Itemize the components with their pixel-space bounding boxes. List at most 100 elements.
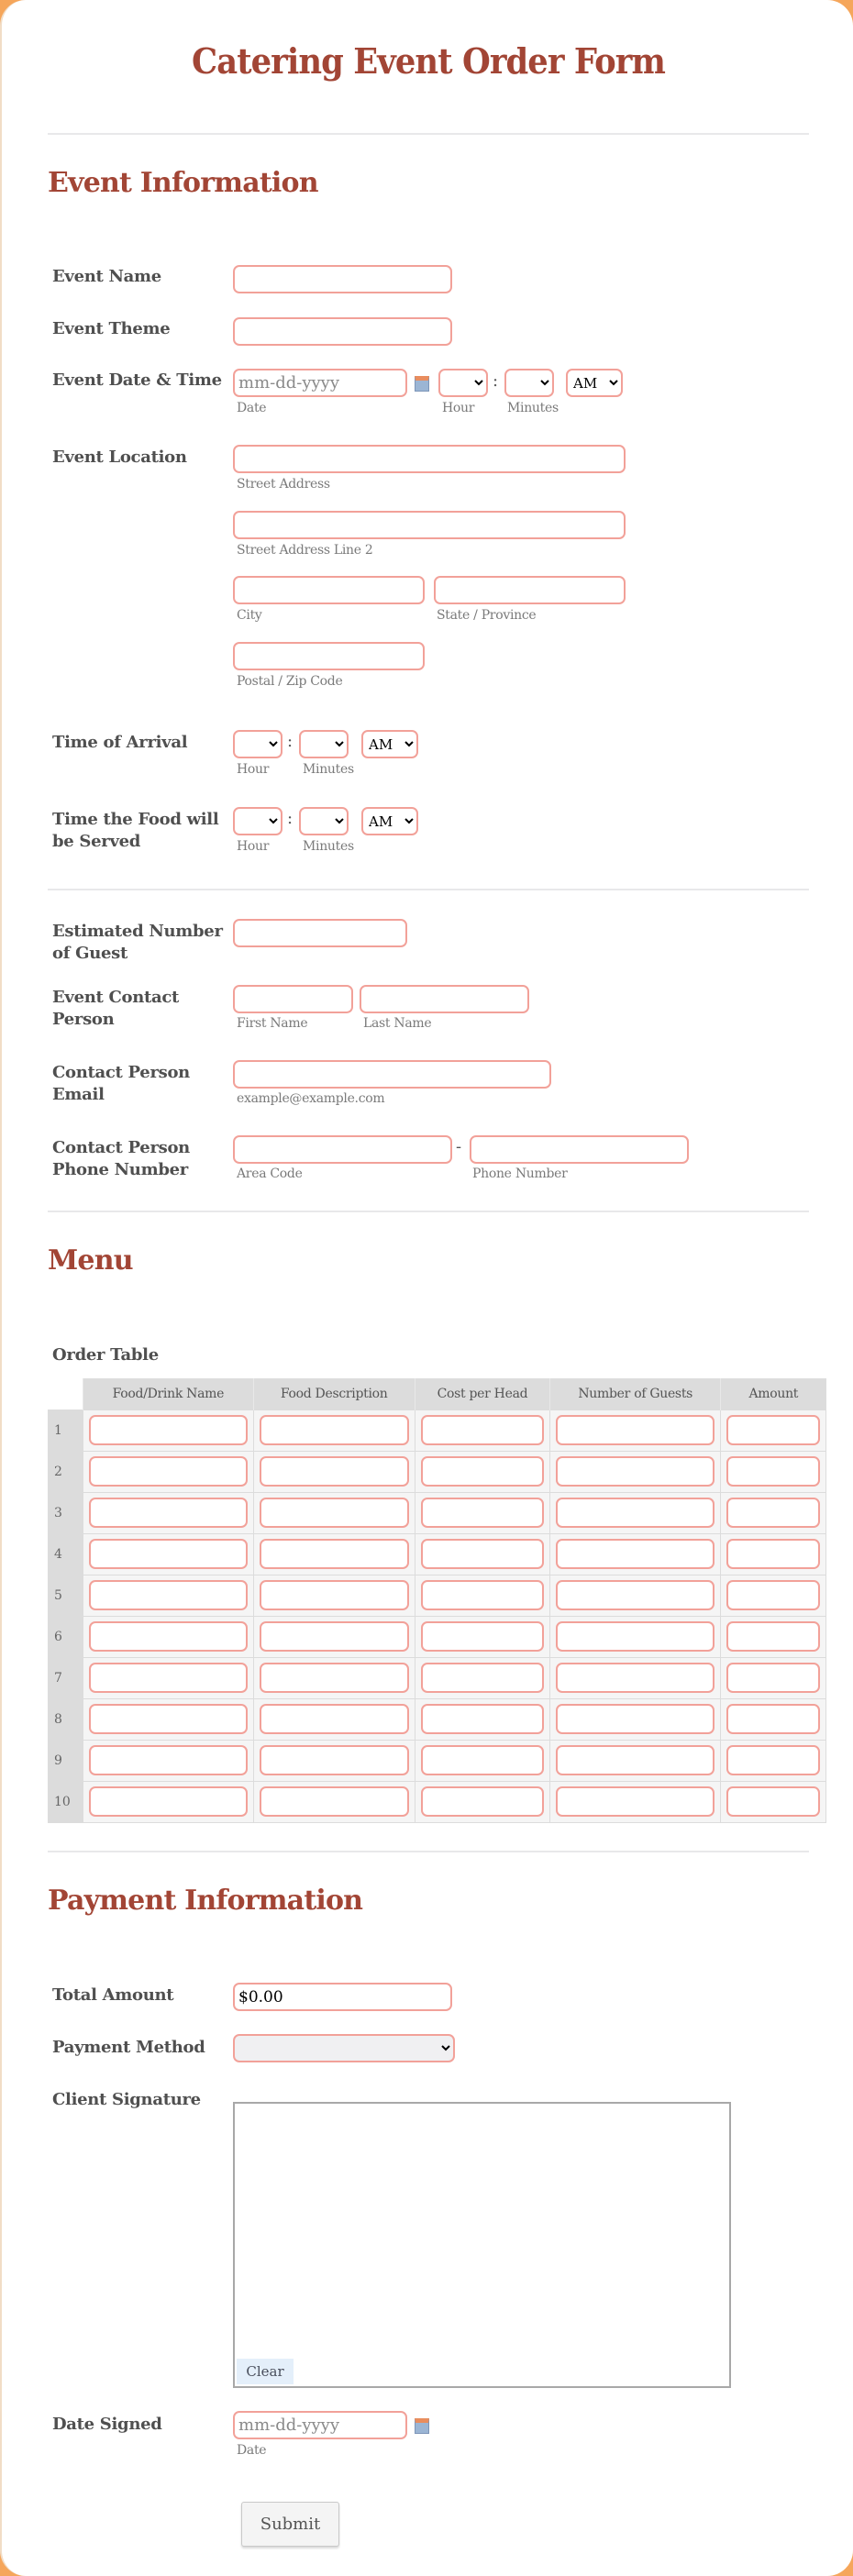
calendar-icon[interactable]	[415, 2418, 429, 2434]
order-cell-input[interactable]	[726, 1498, 820, 1528]
date-signed-sublabel: Date	[237, 2443, 267, 2458]
order-cell-input[interactable]	[726, 1456, 820, 1487]
calendar-icon[interactable]	[415, 376, 429, 392]
guests-label: Estimated Number of Guest	[52, 922, 223, 963]
served-minutes-select[interactable]	[299, 807, 349, 835]
date-signed-input[interactable]	[233, 2411, 407, 2439]
order-cell-input[interactable]	[88, 1621, 248, 1652]
arrival-minutes-sublabel: Minutes	[303, 762, 354, 777]
served-ampm-select[interactable]: AM	[361, 807, 418, 835]
order-cell-input[interactable]	[556, 1415, 715, 1445]
order-cell-input[interactable]	[259, 1704, 409, 1734]
order-cell-input[interactable]	[88, 1580, 248, 1610]
table-cell	[549, 1615, 722, 1658]
table-cell	[414, 1615, 551, 1658]
order-cell-input[interactable]	[259, 1580, 409, 1610]
order-cell-input[interactable]	[556, 1663, 715, 1693]
total-amount-input[interactable]	[233, 1983, 452, 2011]
order-cell-input[interactable]	[259, 1745, 409, 1775]
order-cell-input[interactable]	[420, 1663, 545, 1693]
order-cell-input[interactable]	[259, 1415, 409, 1445]
order-cell-input[interactable]	[556, 1786, 715, 1817]
order-cell-input[interactable]	[259, 1498, 409, 1528]
state-sublabel: State / Province	[437, 608, 537, 623]
table-cell	[82, 1615, 254, 1658]
order-cell-input[interactable]	[556, 1456, 715, 1487]
time-separator: :	[287, 732, 294, 751]
order-cell-input[interactable]	[420, 1745, 545, 1775]
submit-button[interactable]: Submit	[241, 2502, 339, 2547]
guests-input[interactable]	[233, 919, 407, 947]
order-cell-input[interactable]	[556, 1580, 715, 1610]
order-cell-input[interactable]	[88, 1663, 248, 1693]
table-cell	[414, 1532, 551, 1575]
order-cell-input[interactable]	[420, 1580, 545, 1610]
arrival-ampm-select[interactable]: AM	[361, 730, 418, 758]
order-cell-input[interactable]	[420, 1704, 545, 1734]
city-input[interactable]	[233, 576, 425, 604]
table-row: 2	[48, 1450, 826, 1493]
payment-method-select[interactable]	[233, 2034, 455, 2062]
order-cell-input[interactable]	[88, 1415, 248, 1445]
order-cell-input[interactable]	[259, 1539, 409, 1569]
first-name-input[interactable]	[233, 985, 353, 1013]
hour-sublabel: Hour	[442, 401, 475, 415]
phone-number-input[interactable]	[470, 1135, 689, 1164]
order-cell-input[interactable]	[420, 1456, 545, 1487]
order-cell-input[interactable]	[556, 1621, 715, 1652]
street-address-line2-input[interactable]	[233, 511, 626, 539]
event-date-input[interactable]	[233, 369, 407, 397]
order-cell-input[interactable]	[259, 1786, 409, 1817]
order-cell-input[interactable]	[556, 1704, 715, 1734]
served-hour-select[interactable]	[233, 807, 282, 835]
order-cell-input[interactable]	[726, 1786, 820, 1817]
order-cell-input[interactable]	[88, 1704, 248, 1734]
clear-signature-button[interactable]: Clear	[237, 2359, 294, 2384]
order-cell-input[interactable]	[420, 1415, 545, 1445]
order-cell-input[interactable]	[726, 1745, 820, 1775]
order-cell-input[interactable]	[726, 1415, 820, 1445]
order-cell-input[interactable]	[726, 1621, 820, 1652]
order-cell-input[interactable]	[726, 1704, 820, 1734]
event-minutes-select[interactable]	[504, 369, 554, 397]
section-heading-menu: Menu	[48, 1244, 134, 1277]
order-cell-input[interactable]	[420, 1539, 545, 1569]
order-cell-input[interactable]	[726, 1580, 820, 1610]
order-cell-input[interactable]	[556, 1498, 715, 1528]
order-cell-input[interactable]	[420, 1498, 545, 1528]
phone-number-sublabel: Phone Number	[472, 1166, 568, 1181]
order-cell-input[interactable]	[420, 1786, 545, 1817]
order-cell-input[interactable]	[556, 1539, 715, 1569]
event-name-input[interactable]	[233, 265, 452, 293]
street-address-input[interactable]	[233, 445, 626, 473]
arrival-hour-select[interactable]	[233, 730, 282, 758]
order-cell-input[interactable]	[88, 1539, 248, 1569]
signature-pad[interactable]: Clear	[233, 2102, 731, 2388]
order-cell-input[interactable]	[88, 1786, 248, 1817]
email-input[interactable]	[233, 1060, 551, 1089]
event-location-label: Event Location	[52, 448, 187, 467]
order-cell-input[interactable]	[726, 1539, 820, 1569]
column-header: Cost per Head	[414, 1378, 550, 1410]
order-cell-input[interactable]	[259, 1663, 409, 1693]
event-hour-select[interactable]	[438, 369, 488, 397]
table-cell	[252, 1739, 415, 1782]
table-cell	[252, 1780, 415, 1823]
order-cell-input[interactable]	[88, 1498, 248, 1528]
first-name-sublabel: First Name	[237, 1016, 308, 1031]
arrival-minutes-select[interactable]	[299, 730, 349, 758]
order-cell-input[interactable]	[420, 1621, 545, 1652]
area-code-input[interactable]	[233, 1135, 452, 1164]
last-name-input[interactable]	[360, 985, 529, 1013]
order-cell-input[interactable]	[259, 1621, 409, 1652]
order-cell-input[interactable]	[726, 1663, 820, 1693]
event-theme-input[interactable]	[233, 317, 452, 346]
event-ampm-select[interactable]: AM	[566, 369, 623, 397]
zip-input[interactable]	[233, 642, 425, 670]
order-cell-input[interactable]	[556, 1745, 715, 1775]
order-cell-input[interactable]	[88, 1745, 248, 1775]
state-input[interactable]	[434, 576, 626, 604]
divider	[48, 133, 809, 135]
order-cell-input[interactable]	[259, 1456, 409, 1487]
order-cell-input[interactable]	[88, 1456, 248, 1487]
